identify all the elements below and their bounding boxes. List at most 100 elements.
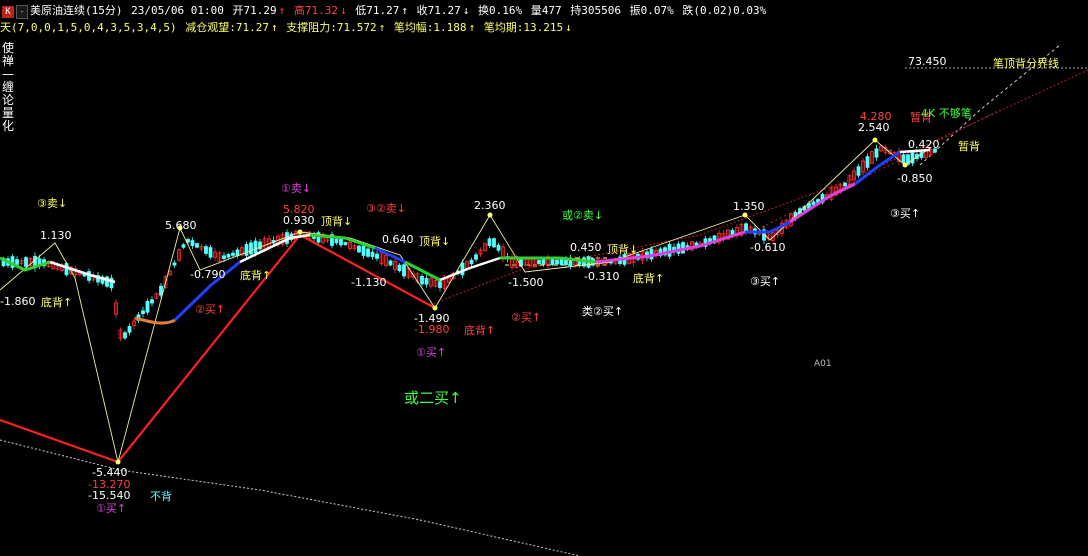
label-buy3-a: ③买↑ [750, 275, 781, 288]
candle-body [339, 238, 343, 246]
candle-body [15, 259, 19, 265]
label-bottom-div-d: 底背↑ [464, 324, 496, 337]
candle-body [550, 258, 555, 266]
label-or-buy2: 或二买↑ [404, 389, 462, 407]
label-top-div-b: 顶背↓ [419, 235, 451, 248]
candle-body [357, 245, 361, 253]
lower-dotted-line [0, 439, 581, 556]
low-price: 低71.27 [355, 4, 400, 17]
pivot-markers [115, 137, 908, 465]
open-price: 开71.29 [232, 4, 277, 17]
candle-body [235, 249, 240, 257]
symbol-title: 美原油连续(15分) [30, 4, 123, 17]
label-buy1-a: ①买↑ [416, 346, 447, 359]
price-chart[interactable] [0, 0, 1088, 556]
pivot-dot [872, 137, 878, 143]
candle-body [537, 259, 541, 265]
indicator-header: 天(7,0,0,1,5,0,4,3,5,3,4,5) 减仓观望:71.27 ↑ 支… [0, 20, 574, 36]
stroke-period: 笔均期:13.215 [483, 21, 564, 34]
candle-body [343, 242, 348, 246]
candle-body [181, 244, 186, 248]
amplitude: 振0.07% [629, 4, 674, 17]
candle-body [460, 262, 465, 276]
candle-body [249, 242, 253, 255]
pivot-dot [902, 162, 908, 168]
volume: 量477 [530, 4, 562, 17]
down-arrow-icon: ↓ [339, 4, 347, 17]
label-n0850: -0.850 [897, 172, 933, 185]
reduce-position: 减仓观望:71.27 [185, 21, 269, 34]
label-class-buy2: 类②买↑ [582, 305, 624, 318]
candle-body [910, 152, 915, 164]
pivot-dot [487, 212, 493, 218]
label-1350: 1.350 [733, 200, 765, 213]
candle-body [208, 247, 213, 258]
yellow-stroke-lines [0, 139, 931, 463]
label-2360: 2.360 [474, 199, 506, 212]
up-arrow-icon: ↑ [278, 4, 286, 17]
candle-body [370, 251, 375, 257]
candle-body [438, 281, 442, 288]
candle-body [496, 244, 501, 251]
candle-body [492, 238, 496, 248]
minimize-button[interactable]: - [16, 5, 28, 19]
candle-body [856, 166, 861, 176]
label-not-enough: 4K 不够笔 [921, 107, 972, 120]
label-n1860: -1.860 [0, 295, 36, 308]
candle-body [375, 253, 379, 259]
candle-body [559, 258, 564, 266]
candle-body [159, 285, 163, 296]
candle-body [843, 182, 847, 187]
candle-body [366, 248, 370, 257]
label-sell2: ③②卖↓ [366, 202, 406, 215]
candle-body [195, 243, 199, 248]
support-resistance: 支撑阻力:71.572 [286, 21, 377, 34]
white-ma-left [49, 260, 116, 284]
label-stroke-line: 笔顶背分界线 [993, 57, 1059, 70]
label-1130: 1.130 [40, 229, 72, 242]
candle-body [402, 264, 406, 277]
kline-button[interactable]: K [2, 6, 14, 18]
open-interest: 持305506 [570, 4, 621, 17]
green-ma-c [500, 256, 596, 264]
candle-body [222, 255, 226, 259]
indicator-name[interactable]: 天(7,0,0,1,5,0,4,3,5,3,4,5) [0, 21, 177, 34]
label-0640: 0.640 [382, 233, 414, 246]
label-top-div-a: 顶背↓ [321, 215, 353, 228]
turnover: 换0.16% [477, 4, 523, 17]
candle-body [145, 301, 150, 313]
label-buy3-b: ③买↑ [890, 207, 921, 220]
candle-body [420, 275, 424, 285]
candle-body [141, 310, 145, 315]
candle-body [901, 154, 906, 163]
label-73450: 73.450 [908, 55, 947, 68]
candle-body [424, 277, 429, 285]
candle-body [555, 259, 559, 265]
candle-body [474, 254, 478, 260]
label-bottom-div-b: 底背↑ [240, 269, 272, 282]
close-price: 收71.27 [416, 4, 461, 17]
candle-body [361, 245, 366, 256]
candlesticks [1, 144, 937, 342]
label-a01: A01 [814, 359, 832, 369]
label-top-div-c: 顶背↓ [607, 243, 639, 256]
label-bottom-div-c: 底背↑ [633, 272, 665, 285]
candle-body [127, 325, 132, 333]
down-arrow-icon: ↓ [462, 4, 470, 17]
candle-body [865, 156, 870, 168]
candle-body [874, 148, 879, 158]
candle-body [123, 332, 127, 339]
label-0420: 0.420 [908, 138, 940, 151]
candle-body [231, 252, 235, 256]
label-sell3-a: ③卖↓ [37, 197, 68, 210]
label-2540: 2.540 [858, 121, 890, 134]
datetime: 23/05/06 01:00 [131, 4, 224, 17]
label-or-sell2: 或②卖↓ [562, 209, 604, 222]
label-buy2-a: ②买↑ [195, 303, 226, 316]
label-n0310: -0.310 [584, 270, 620, 283]
up-arrow-icon: ↑ [270, 21, 278, 34]
stroke-amplitude: 笔均幅:1.188 [393, 21, 467, 34]
high-price: 高71.32 [293, 4, 338, 17]
red-dotted-trend [429, 69, 1088, 306]
pivot-dot [742, 212, 748, 218]
